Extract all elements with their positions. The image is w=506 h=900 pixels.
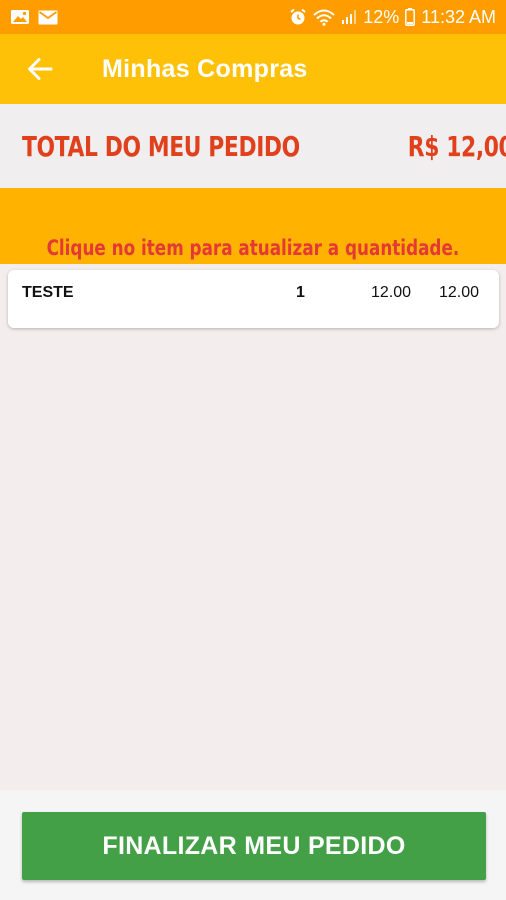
item-subtotal: 12.00 bbox=[438, 284, 479, 301]
battery-icon bbox=[405, 8, 416, 26]
signal-icon bbox=[341, 9, 357, 25]
total-value: R$ 12,00 bbox=[407, 129, 506, 163]
wifi-icon bbox=[313, 9, 335, 26]
mail-icon bbox=[38, 10, 58, 25]
status-bar: 12% 11:32 AM bbox=[0, 0, 506, 34]
item-name: TESTE bbox=[22, 284, 74, 301]
alarm-icon bbox=[289, 8, 307, 26]
app-bar: Minhas Compras bbox=[0, 34, 506, 104]
item-unit-price: 12.00 bbox=[370, 284, 411, 301]
page-title: Minhas Compras bbox=[102, 54, 308, 83]
status-right-icons: 12% 11:32 AM bbox=[289, 7, 496, 28]
status-left-icons bbox=[10, 9, 58, 25]
item-quantity: 1 bbox=[296, 284, 305, 301]
finish-order-button[interactable]: FINALIZAR MEU PEDIDO bbox=[22, 812, 486, 880]
arrow-left-icon bbox=[27, 57, 53, 81]
hint-panel: Clique no item para atualizar a quantida… bbox=[0, 188, 506, 264]
clock: 11:32 AM bbox=[421, 6, 496, 27]
total-label: TOTAL DO MEU PEDIDO bbox=[22, 129, 300, 163]
back-button[interactable] bbox=[0, 34, 80, 104]
order-total-panel: TOTAL DO MEU PEDIDO R$ 12,00 bbox=[0, 104, 506, 188]
gallery-icon bbox=[10, 9, 30, 25]
list-item[interactable]: TESTE 1 12.00 12.00 bbox=[8, 270, 499, 328]
hint-text: Clique no item para atualizar a quantida… bbox=[46, 236, 460, 260]
battery-percent: 12% bbox=[363, 6, 400, 27]
